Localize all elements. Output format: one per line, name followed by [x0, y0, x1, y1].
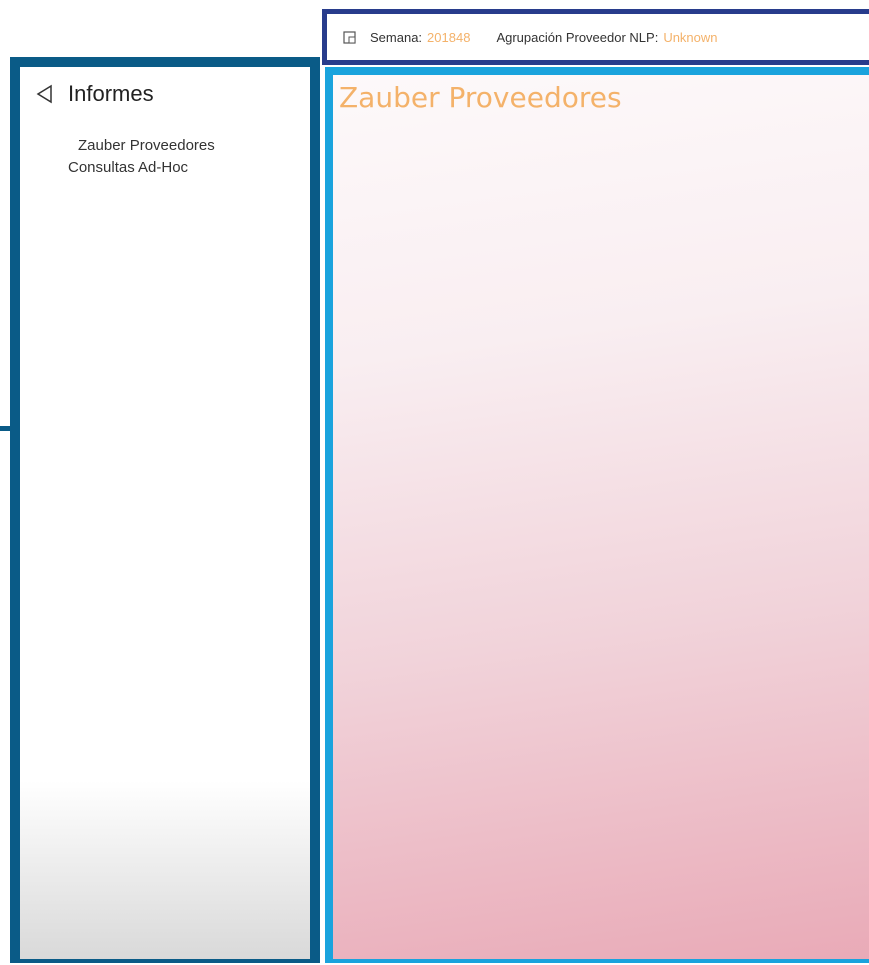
sidebar-item-zauber-proveedores[interactable]: Zauber Proveedores	[78, 135, 215, 157]
filter-value-semana[interactable]: 201848	[427, 30, 470, 45]
page-title: Zauber Proveedores	[339, 81, 622, 114]
sidebar-list: Zauber Proveedores Consultas Ad-Hoc	[68, 135, 215, 179]
sidebar-panel: Informes Zauber Proveedores Consultas Ad…	[10, 57, 320, 963]
sidebar-item-consultas-ad-hoc[interactable]: Consultas Ad-Hoc	[68, 157, 215, 179]
report-page: Informes Zauber Proveedores Consultas Ad…	[0, 0, 869, 965]
square-icon[interactable]	[343, 30, 356, 44]
filter-bar: Semana: 201848 Agrupación Proveedor NLP:…	[322, 9, 869, 65]
filter-label-semana: Semana:	[370, 29, 423, 45]
main-content-panel: Zauber Proveedores	[325, 67, 869, 963]
collapse-triangle-icon[interactable]	[34, 83, 56, 105]
filter-value-agrupacion[interactable]: Unknown	[663, 30, 717, 45]
sidebar-header: Informes	[34, 81, 154, 107]
sidebar-title: Informes	[68, 81, 154, 106]
filter-label-agrupacion: Agrupación Proveedor NLP:	[496, 29, 659, 45]
